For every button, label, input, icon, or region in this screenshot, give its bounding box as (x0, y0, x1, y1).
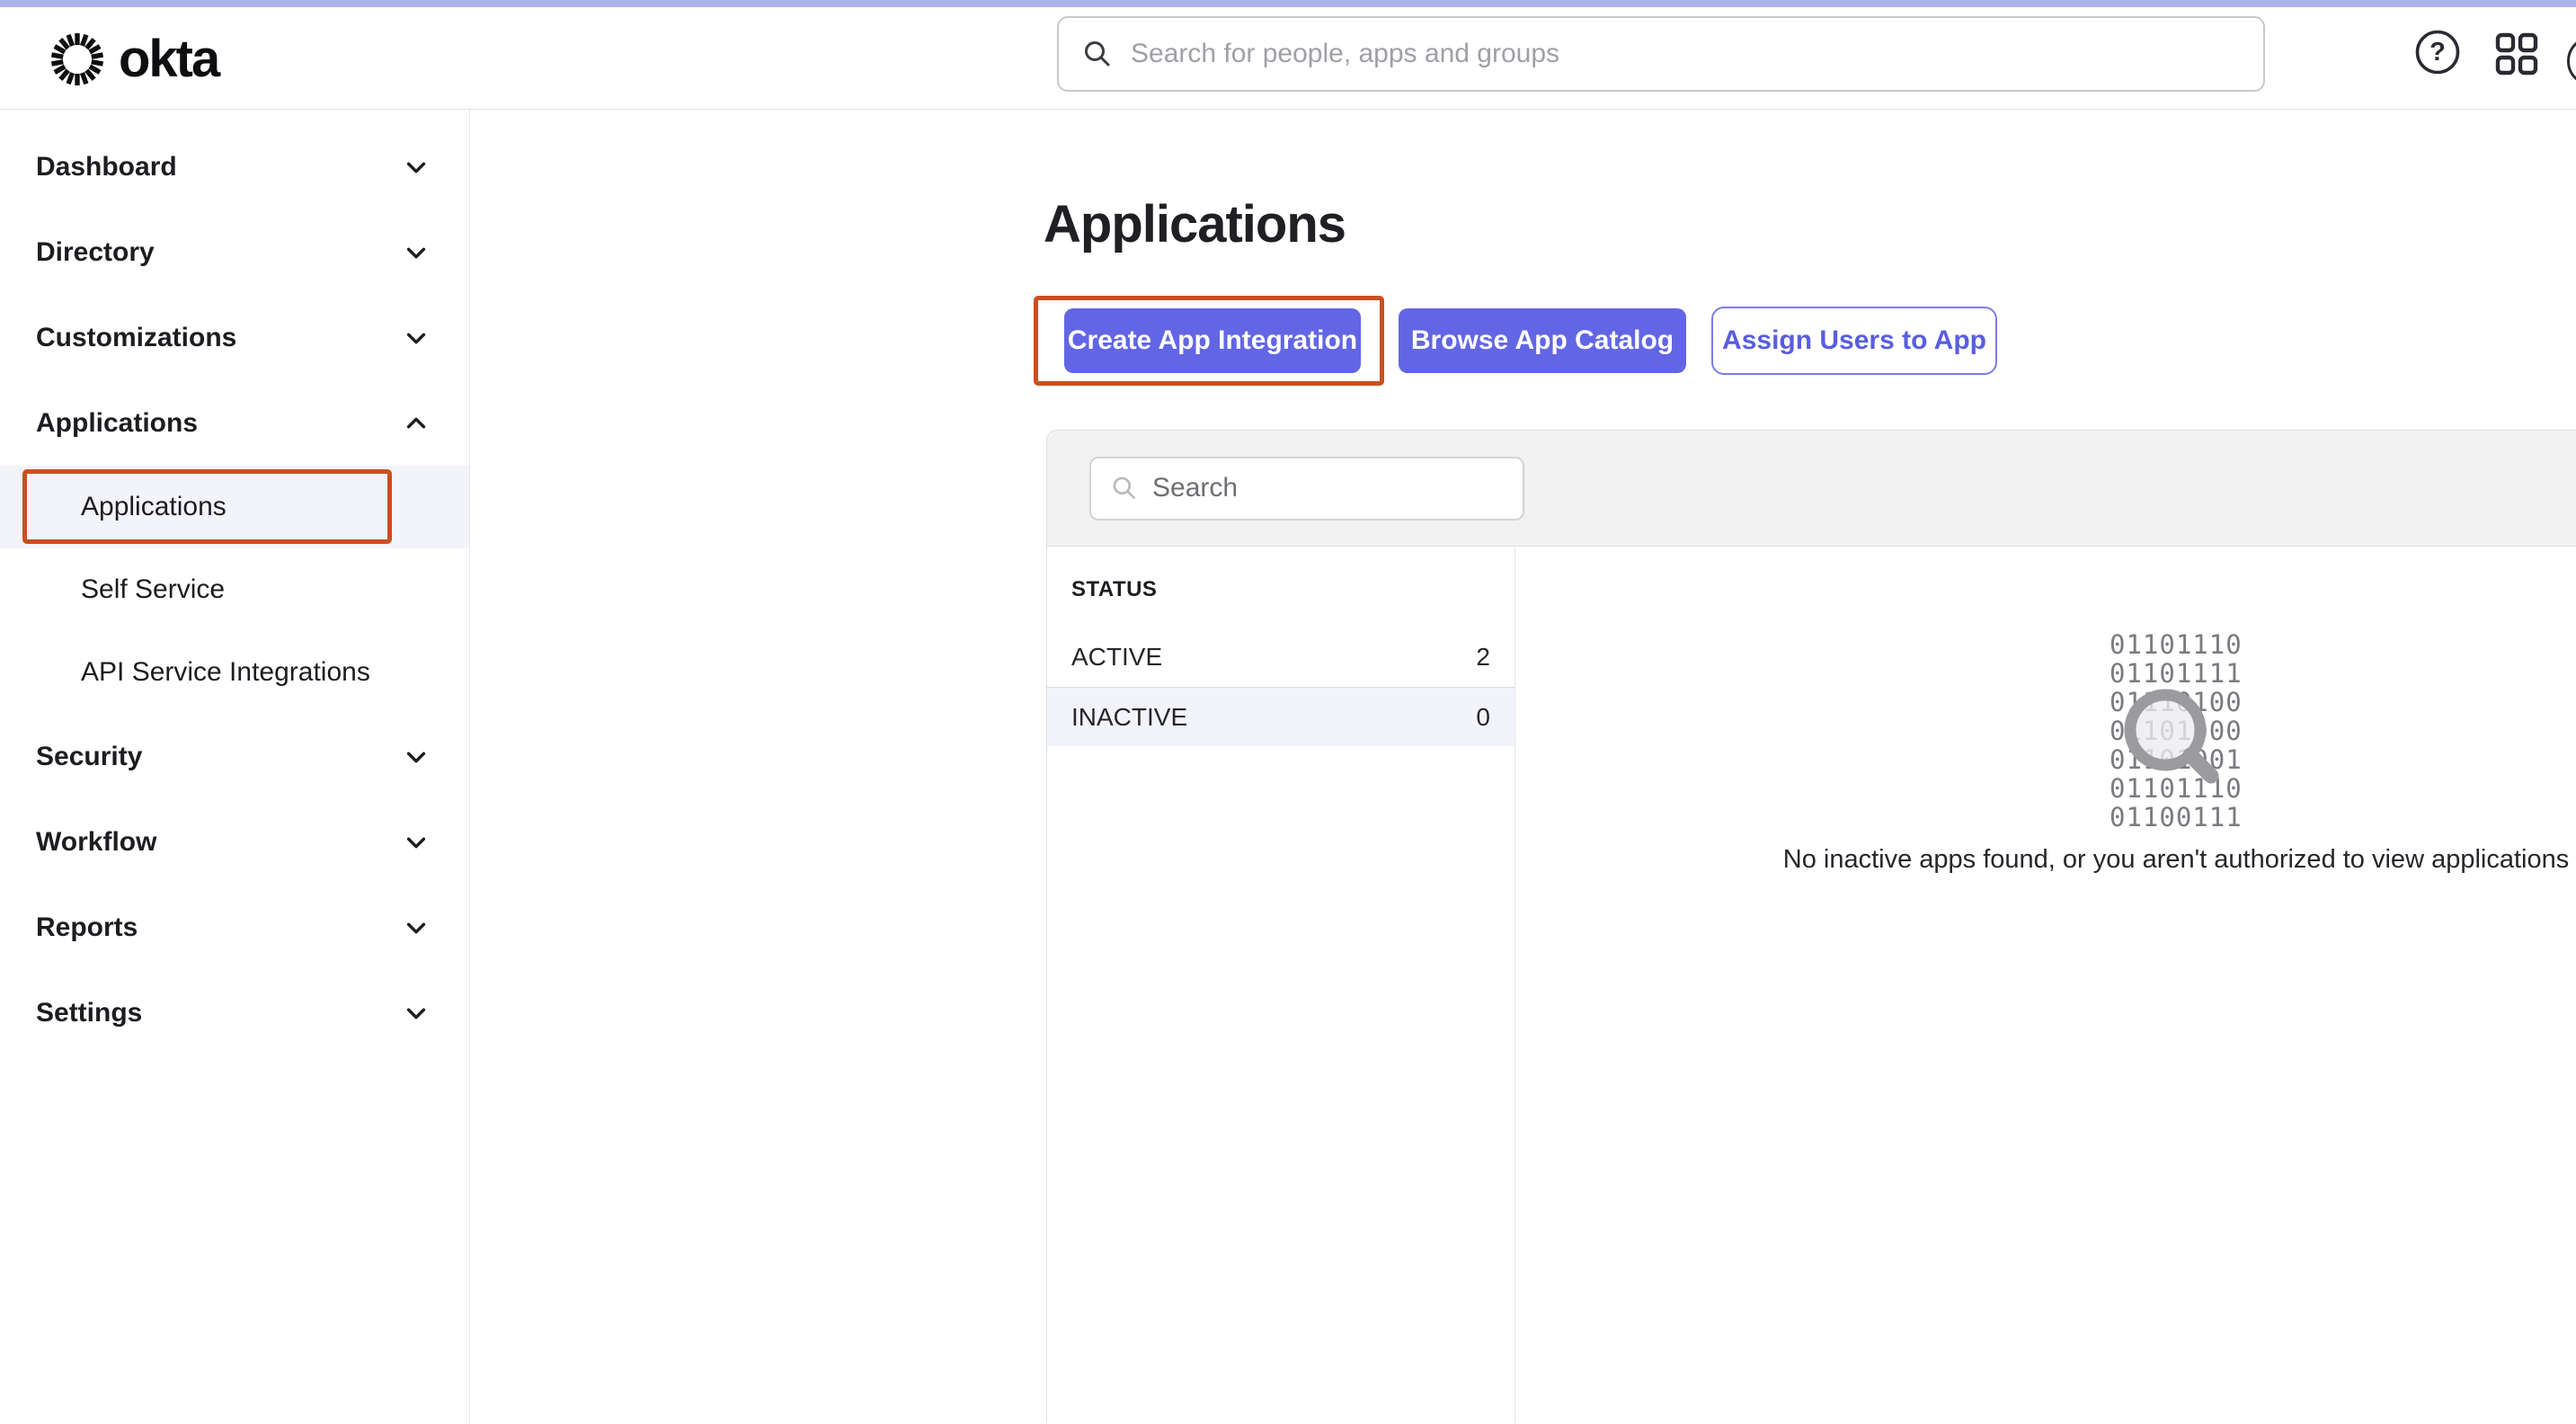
status-filter-active[interactable]: ACTIVE 2 (1047, 627, 1515, 687)
sidebar-item-applications[interactable]: Applications (0, 380, 469, 466)
empty-state-message: No inactive apps found, or you aren't au… (1783, 845, 2569, 875)
sidebar-item-customizations[interactable]: Customizations (0, 295, 469, 380)
status-filter-inactive[interactable]: INACTIVE 0 (1047, 687, 1515, 746)
app-header: okta ? (0, 7, 2576, 110)
chevron-down-icon (403, 325, 430, 352)
sidebar-item-workflow[interactable]: Workflow (0, 799, 469, 885)
search-icon (1082, 39, 1113, 69)
chevron-down-icon (403, 1000, 430, 1027)
okta-logo-text: okta (119, 29, 218, 89)
empty-state: 01101110 01101111 01110100 01101000 0110… (1515, 547, 2576, 1423)
chevron-down-icon (403, 914, 430, 941)
chevron-up-icon (403, 410, 430, 437)
inactive-count: 0 (1476, 703, 1490, 732)
chevron-down-icon (403, 743, 430, 770)
sidebar-subitem-api-service-integrations[interactable]: API Service Integrations (0, 631, 469, 714)
browse-app-catalog-button[interactable]: Browse App Catalog (1399, 308, 1686, 373)
sidebar-item-directory[interactable]: Directory (0, 209, 469, 295)
chevron-down-icon (403, 239, 430, 266)
magnifying-glass-icon (2119, 683, 2226, 791)
active-count: 2 (1476, 643, 1490, 672)
search-icon (1111, 475, 1138, 502)
svg-text:?: ? (2429, 38, 2446, 67)
sidebar-item-dashboard[interactable]: Dashboard (0, 124, 469, 209)
top-accent-bar (0, 0, 2576, 7)
assign-users-to-app-button[interactable]: Assign Users to App (1711, 307, 1997, 375)
status-filter-header: STATUS (1047, 577, 1515, 602)
create-app-integration-button[interactable]: Create App Integration (1064, 308, 1361, 373)
panel-search-input[interactable] (1152, 473, 1503, 503)
status-filter-column: STATUS ACTIVE 2 INACTIVE 0 (1047, 547, 1515, 1423)
main-content: Applications Create App Integration Brow… (470, 110, 2576, 1423)
sidebar-subitem-self-service[interactable]: Self Service (0, 548, 469, 631)
user-avatar[interactable] (2567, 36, 2576, 86)
sidebar-item-settings[interactable]: Settings (0, 970, 469, 1055)
sidebar-subitem-applications[interactable]: Applications (0, 466, 469, 548)
help-icon[interactable]: ? (2414, 29, 2461, 76)
sidebar-item-security[interactable]: Security (0, 714, 469, 799)
applications-panel: STATUS ACTIVE 2 INACTIVE 0 01101110 0110… (1046, 430, 2576, 1423)
okta-logo[interactable]: okta (49, 29, 218, 89)
chevron-down-icon (403, 829, 430, 856)
panel-toolbar (1047, 431, 2576, 547)
okta-logo-icon (49, 31, 106, 88)
global-search[interactable] (1057, 16, 2265, 92)
sidebar-item-reports[interactable]: Reports (0, 885, 469, 970)
sidebar-nav: Dashboard Directory Customizations Appli… (0, 110, 470, 1423)
page-title: Applications (1044, 194, 1346, 254)
apps-grid-icon[interactable] (2495, 32, 2538, 76)
panel-search[interactable] (1089, 457, 1524, 521)
chevron-down-icon (403, 154, 430, 181)
global-search-input[interactable] (1131, 39, 2240, 69)
